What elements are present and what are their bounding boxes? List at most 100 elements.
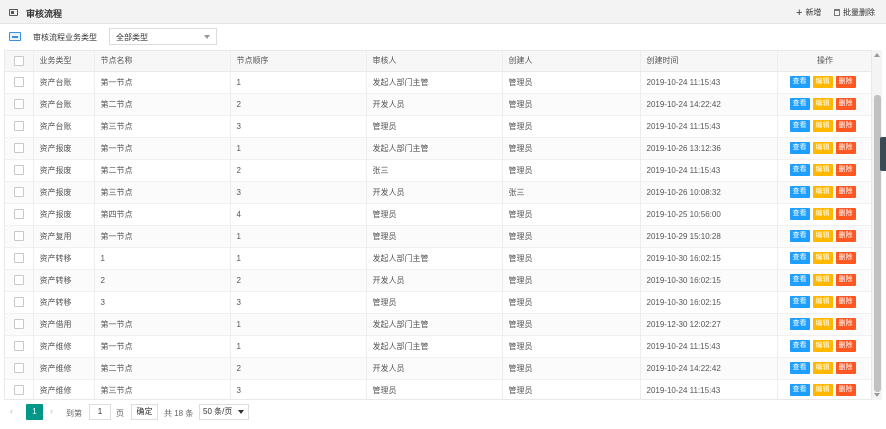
row-checkbox[interactable] <box>13 253 24 263</box>
row-actions: 查看 编辑 删除 <box>777 313 871 335</box>
select-all-checkbox[interactable] <box>5 51 34 72</box>
delete-button[interactable]: 删除 <box>835 362 856 374</box>
edit-button[interactable]: 编辑 <box>812 362 833 374</box>
view-button[interactable]: 查看 <box>789 98 810 110</box>
edit-button[interactable]: 编辑 <box>812 186 833 198</box>
view-button[interactable]: 查看 <box>789 252 810 264</box>
row-checkbox[interactable] <box>13 99 24 109</box>
row-checkbox[interactable] <box>13 319 24 329</box>
page-size-select[interactable]: 50 条/页 <box>199 404 249 420</box>
view-button[interactable]: 查看 <box>789 318 810 330</box>
view-button[interactable]: 查看 <box>789 340 810 352</box>
edit-button[interactable]: 编辑 <box>812 230 833 242</box>
node-order-cell: 1 <box>230 137 367 159</box>
delete-button[interactable]: 删除 <box>835 98 856 110</box>
edit-button[interactable]: 编辑 <box>812 340 833 352</box>
creator-cell: 管理员 <box>502 159 641 181</box>
node-name-cell: 第二节点 <box>94 93 231 115</box>
row-checkbox[interactable] <box>13 77 24 87</box>
view-button[interactable]: 查看 <box>789 164 810 176</box>
row-checkbox[interactable] <box>13 143 24 153</box>
row-checkbox[interactable] <box>13 275 24 285</box>
view-button[interactable]: 查看 <box>789 142 810 154</box>
vertical-scrollbar[interactable] <box>872 50 882 400</box>
delete-button[interactable]: 删除 <box>835 230 856 242</box>
page-current[interactable]: 1 <box>26 404 43 420</box>
edit-button[interactable]: 编辑 <box>812 384 833 396</box>
edit-button[interactable]: 编辑 <box>812 76 833 88</box>
view-button[interactable]: 查看 <box>789 186 810 198</box>
row-checkbox[interactable] <box>13 209 24 219</box>
row-checkbox[interactable] <box>13 231 24 241</box>
row-checkbox[interactable] <box>13 165 24 175</box>
row-actions: 查看 编辑 删除 <box>777 335 871 357</box>
chevron-right-icon[interactable]: › <box>50 406 53 416</box>
edit-button[interactable]: 编辑 <box>812 252 833 264</box>
row-select-cell <box>5 269 34 291</box>
column-header-business-type: 业务类型 <box>33 51 95 72</box>
row-checkbox[interactable] <box>13 121 24 131</box>
view-button[interactable]: 查看 <box>789 384 810 396</box>
scroll-down-icon[interactable] <box>874 393 880 397</box>
table-row: 资产台账 第一节点 1 发起人部门主管 管理员 2019-10-24 11:15:43 查看… <box>5 71 871 93</box>
delete-button[interactable]: 删除 <box>835 164 856 176</box>
edit-button[interactable]: 编辑 <box>812 120 833 132</box>
row-checkbox[interactable] <box>13 297 24 307</box>
delete-button[interactable]: 删除 <box>835 274 856 286</box>
row-actions: 查看 编辑 删除 <box>777 159 871 181</box>
reviewer-cell: 管理员 <box>366 379 503 399</box>
row-select-cell <box>5 137 34 159</box>
view-button[interactable]: 查看 <box>789 120 810 132</box>
delete-button[interactable]: 删除 <box>835 186 856 198</box>
edit-button[interactable]: 编辑 <box>812 274 833 286</box>
add-button[interactable]: + 新增 <box>796 7 821 18</box>
row-select-cell <box>5 357 34 379</box>
node-name-cell: 2 <box>94 269 231 291</box>
checkbox[interactable] <box>13 55 24 66</box>
row-select-cell <box>5 181 34 203</box>
delete-button[interactable]: 删除 <box>835 384 856 396</box>
business-type-select[interactable]: 全部类型 <box>109 28 217 45</box>
row-checkbox[interactable] <box>13 341 24 351</box>
view-button[interactable]: 查看 <box>789 76 810 88</box>
edit-button[interactable]: 编辑 <box>812 142 833 154</box>
table-header-row: 业务类型 节点名称 节点顺序 审核人 创建人 创建时间 操作 <box>5 51 871 72</box>
edit-button[interactable]: 编辑 <box>812 318 833 330</box>
created-time-cell: 2019-10-24 11:15:43 <box>640 379 778 399</box>
table-row: 资产转移 2 2 开发人员 管理员 2019-10-30 16:02:15 查看 编辑 删除 <box>5 269 871 291</box>
delete-button[interactable]: 删除 <box>835 296 856 308</box>
row-actions: 查看 编辑 删除 <box>777 137 871 159</box>
row-actions: 查看 编辑 删除 <box>777 71 871 93</box>
edit-button[interactable]: 编辑 <box>812 296 833 308</box>
edit-button[interactable]: 编辑 <box>812 164 833 176</box>
side-panel-handle[interactable] <box>880 137 886 171</box>
row-actions: 查看 编辑 删除 <box>777 203 871 225</box>
filter-icon <box>9 32 21 41</box>
view-button[interactable]: 查看 <box>789 274 810 286</box>
page-jump-input[interactable]: 1 <box>89 404 111 420</box>
batch-delete-button[interactable]: 批量删除 <box>834 7 875 18</box>
delete-button[interactable]: 删除 <box>835 318 856 330</box>
delete-button[interactable]: 删除 <box>835 340 856 352</box>
view-button[interactable]: 查看 <box>789 296 810 308</box>
delete-button[interactable]: 删除 <box>835 76 856 88</box>
delete-button[interactable]: 删除 <box>835 208 856 220</box>
node-name-cell: 第一节点 <box>94 137 231 159</box>
chevron-left-icon[interactable]: ‹ <box>10 406 13 416</box>
row-select-cell <box>5 225 34 247</box>
view-button[interactable]: 查看 <box>789 362 810 374</box>
row-checkbox[interactable] <box>13 385 24 395</box>
delete-button[interactable]: 删除 <box>835 142 856 154</box>
edit-button[interactable]: 编辑 <box>812 208 833 220</box>
view-button[interactable]: 查看 <box>789 230 810 242</box>
delete-button[interactable]: 删除 <box>835 120 856 132</box>
row-actions: 查看 编辑 删除 <box>777 269 871 291</box>
row-checkbox[interactable] <box>13 363 24 373</box>
page-jump-confirm-button[interactable]: 确定 <box>131 404 158 420</box>
scroll-up-icon[interactable] <box>874 53 880 57</box>
delete-button[interactable]: 删除 <box>835 252 856 264</box>
row-select-cell <box>5 379 34 399</box>
edit-button[interactable]: 编辑 <box>812 98 833 110</box>
view-button[interactable]: 查看 <box>789 208 810 220</box>
row-checkbox[interactable] <box>13 187 24 197</box>
